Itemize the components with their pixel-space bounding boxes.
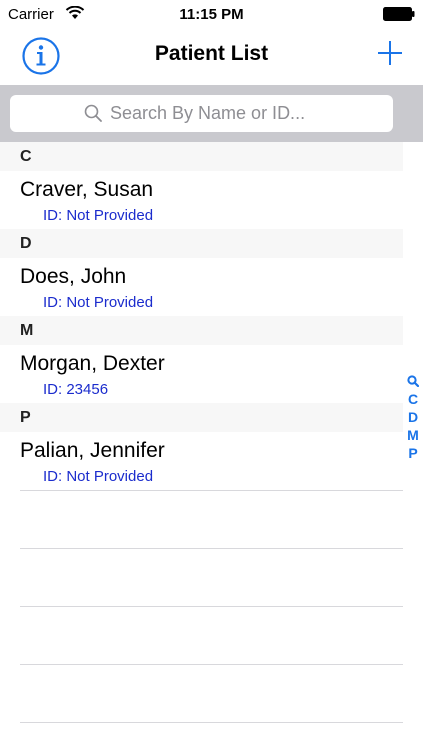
patient-name: Palian, Jennifer [20,439,165,462]
section-header-p: P [0,403,403,432]
battery-icon [383,7,415,21]
index-item-d[interactable]: D [403,408,423,426]
section-letter: P [20,409,31,426]
patient-id: ID: Not Provided [43,207,154,224]
screen: Carrier 11:15 PM Patient List Search By … [0,0,423,750]
patient-id: ID: 23456 [43,381,109,398]
add-patient-button[interactable] [377,40,403,66]
patient-name: Morgan, Dexter [20,352,165,375]
empty-row [20,664,403,722]
index-item-p[interactable]: P [403,444,423,462]
search-input[interactable] [110,101,380,125]
navigation-bar: Patient List [0,28,423,85]
status-time: 11:15 PM [179,6,244,23]
search-field[interactable] [10,95,393,132]
empty-row [20,722,403,750]
plus-icon [378,41,402,65]
patient-id: ID: Not Provided [43,468,154,485]
page-title: Patient List [154,42,269,65]
patient-name: Does, John [20,265,127,288]
section-index: C D M P [403,372,423,462]
patient-id: ID: Not Provided [43,294,154,311]
empty-row [20,548,403,606]
patient-row[interactable]: Morgan, Dexter ID: 23456 [0,345,403,403]
index-item-c[interactable]: C [403,390,423,408]
patient-row[interactable]: Craver, Susan ID: Not Provided [0,171,403,229]
section-header-d: D [0,229,403,258]
patient-row[interactable]: Palian, Jennifer ID: Not Provided [0,432,403,490]
section-header-c: C [0,142,403,171]
patient-name: Craver, Susan [20,178,154,201]
empty-row [20,606,403,664]
section-header-m: M [0,316,403,345]
patient-row[interactable]: Does, John ID: Not Provided [0,258,403,316]
patient-list: C Craver, Susan ID: Not Provided D Does,… [0,142,403,490]
empty-rows [0,490,403,750]
search-icon [84,104,102,122]
search-bar [0,85,423,142]
empty-row [20,490,403,548]
status-bar: Carrier 11:15 PM [0,0,423,28]
section-letter: C [20,148,32,165]
index-item-m[interactable]: M [403,426,423,444]
section-letter: D [20,235,32,252]
section-letter: M [20,322,34,339]
index-search-icon[interactable] [407,375,419,387]
